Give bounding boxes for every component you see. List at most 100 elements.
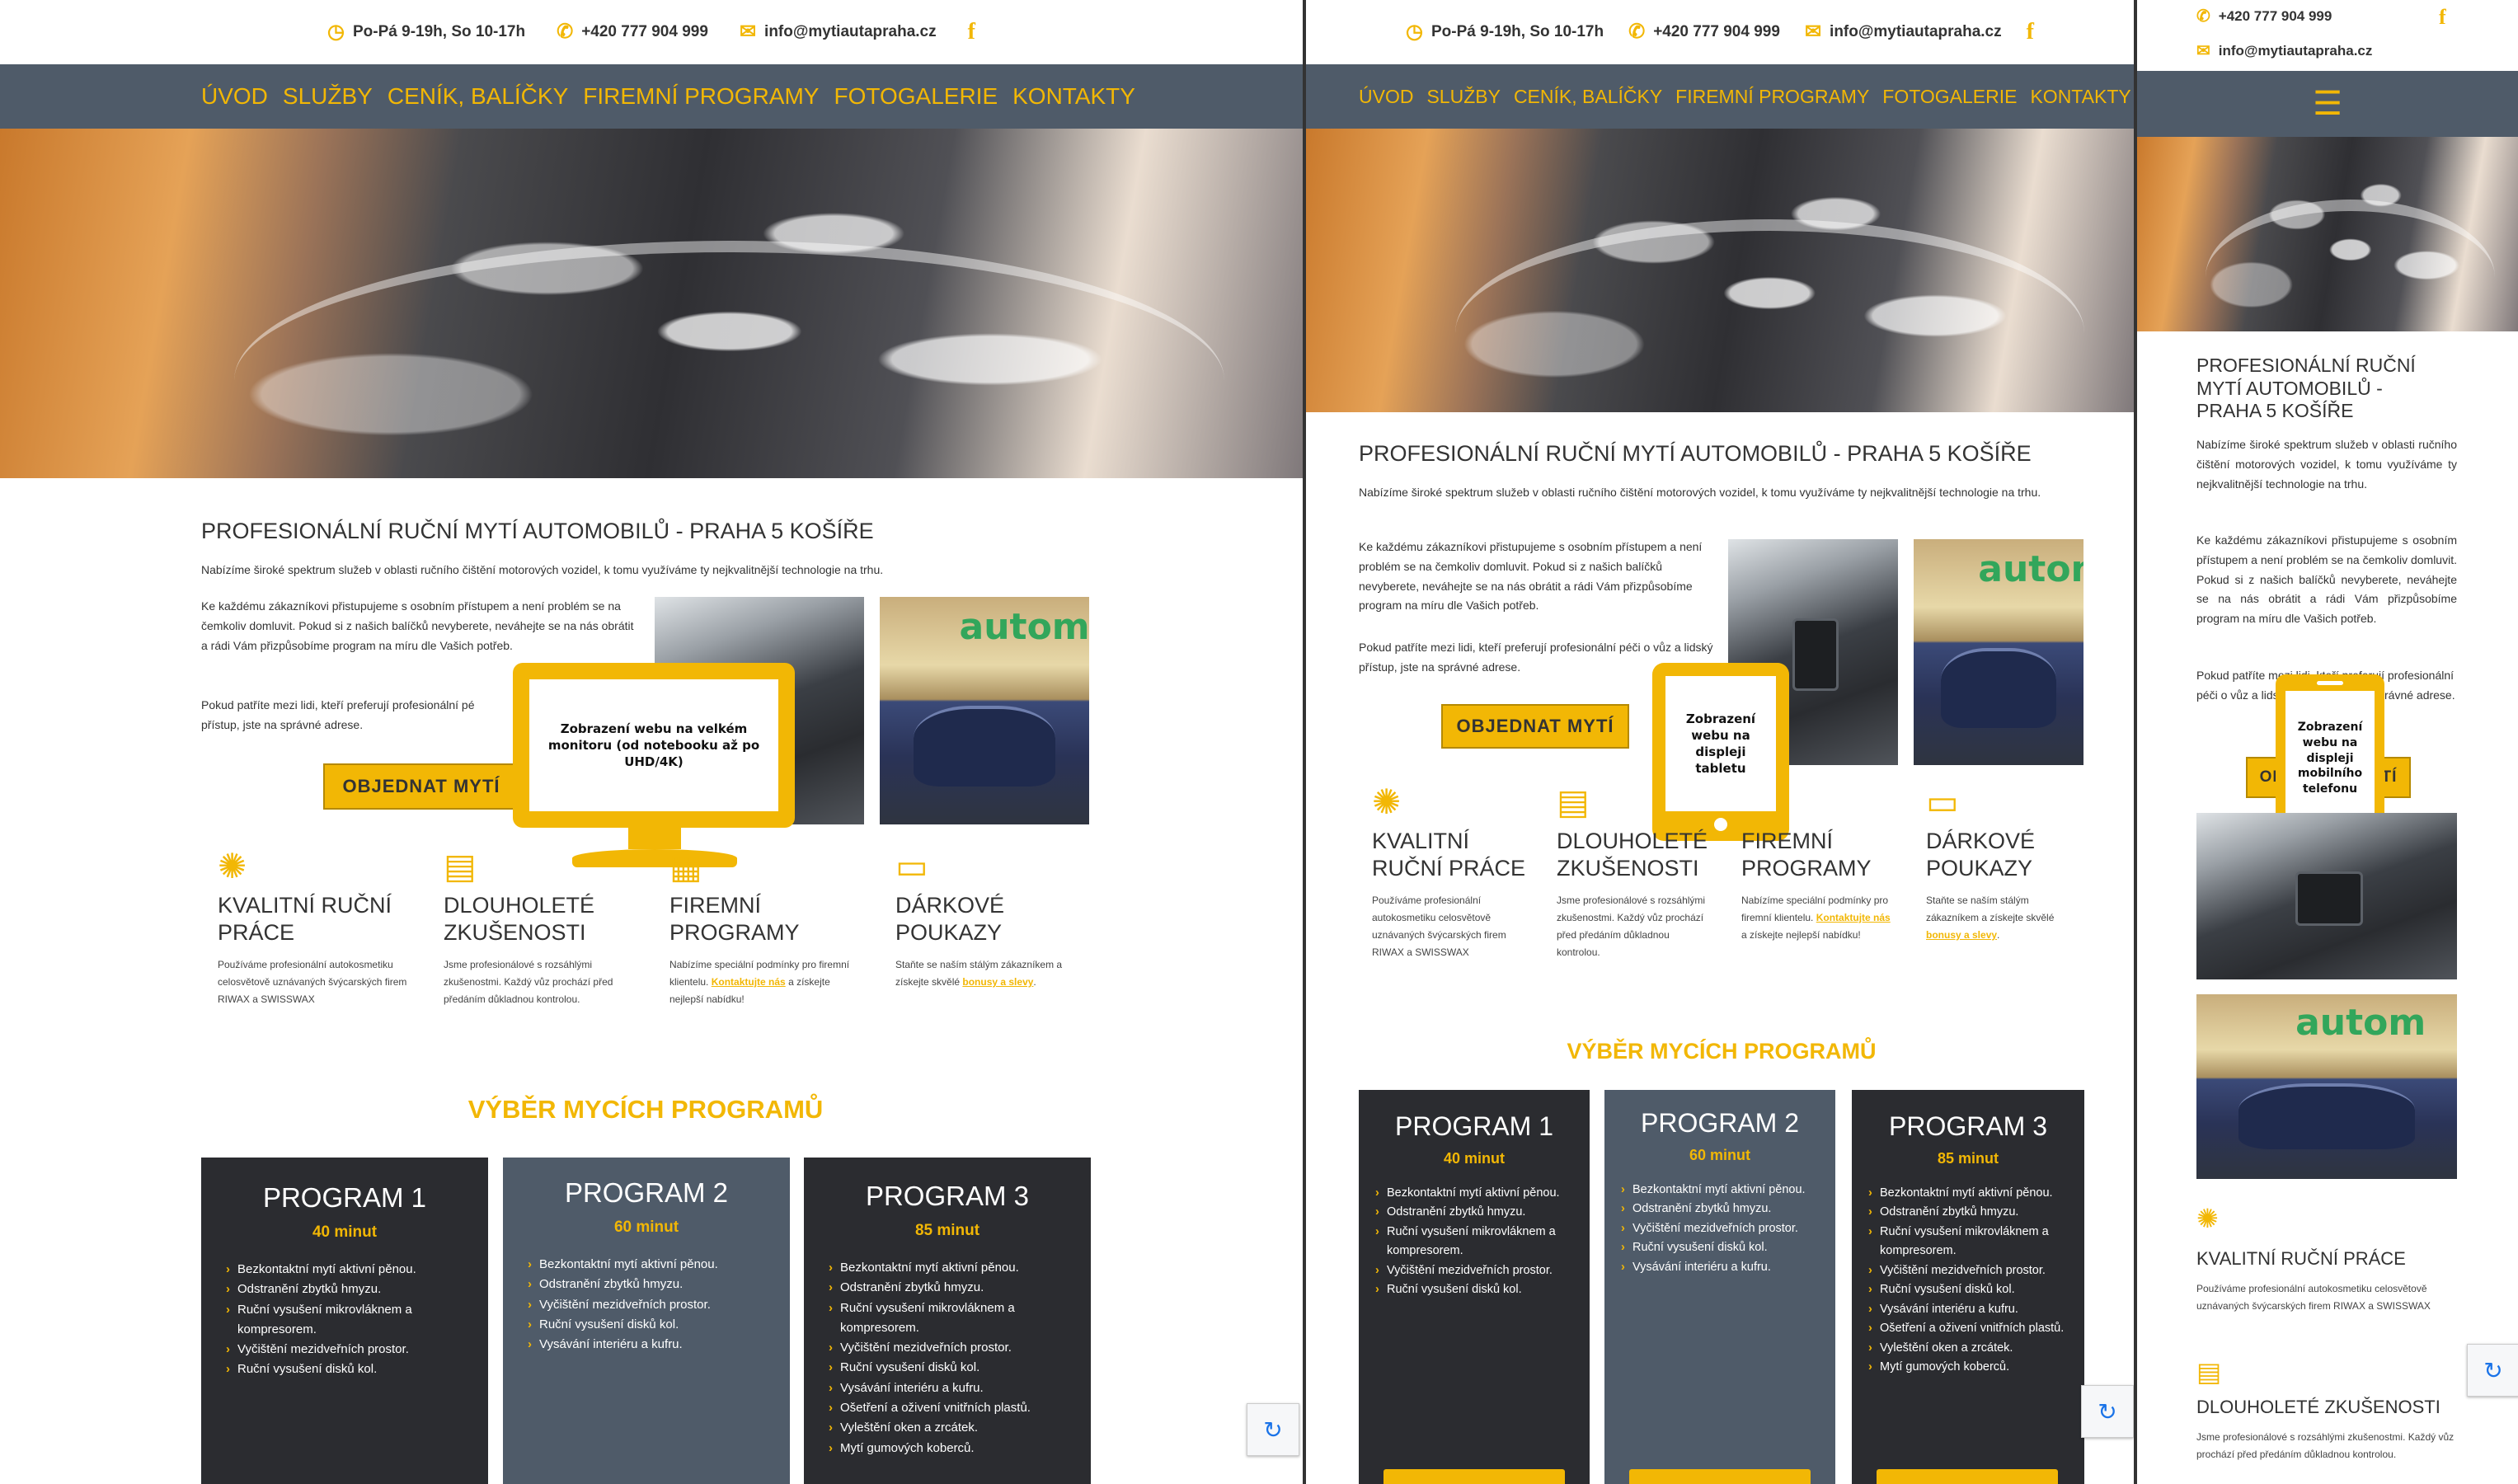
nav-item-uvod[interactable]: ÚVOD [201,83,268,110]
nav-item-kontakty[interactable]: KONTAKTY [2030,86,2130,108]
facebook-icon[interactable]: f [968,19,975,45]
mobile-label: Zobrazení webu na displeji mobilního tel… [2285,691,2375,826]
nav-item-uvod[interactable]: ÚVOD [1359,86,1413,108]
features-row: ✺ KVALITNÍ RUČNÍ PRÁCE Používáme profesi… [218,849,1125,1097]
program-item: Bezkontaktní mytí aktivní pěnou. [1621,1181,1819,1200]
intro-paragraph: Nabízíme široké spektrum služeb v oblast… [201,563,884,576]
feature-text: Jsme profesionálové s rozsáhlými zkušeno… [444,958,613,1005]
care-text-1: Pokud patříte mezi lidi, kteří preferují… [201,698,475,711]
hero-image-car-wash [1306,129,2134,412]
car-interior-photo [2196,813,2457,979]
email-text[interactable]: info@mytiautapraha.cz [764,23,937,41]
program-list: Bezkontaktní mytí aktivní pěnou. Odstran… [1868,1184,2068,1378]
page-heading: PROFESIONÁLNÍ RUČNÍ MYTÍ AUTOMOBILŮ - PR… [201,519,874,543]
nav-item-sluzby[interactable]: SLUŽBY [283,83,373,110]
nav-item-firemni-programy[interactable]: FIREMNÍ PROGRAMY [1675,86,1869,108]
feature-title: FIREMNÍ PROGRAMY [1741,829,1872,881]
program-item: Ruční vysušení disků kol. [226,1360,463,1380]
program-item: Vysávání interiéru a kufru. [528,1335,765,1355]
bonuses-link[interactable]: bonusy a slevy [1926,929,1997,941]
program-order-button[interactable] [1877,1469,2058,1484]
feature-vouchers: ▭ DÁRKOVÉ POUKAZY Staňte se naším stálým… [895,849,1090,991]
program-card-3[interactable]: PROGRAM 3 85 minut Bezkontaktní mytí akt… [804,1158,1091,1484]
recaptcha-icon[interactable]: ↻ [1247,1403,1299,1456]
screenshot-stage: ◷ Po-Pá 9-19h, So 10-17h ✆ +420 777 904 99… [0,0,2518,1484]
phone-text[interactable]: +420 777 904 999 [581,23,708,41]
program-duration: 85 minut [914,1222,980,1239]
phone-icon: ✆ [2196,7,2210,26]
program-list: Bezkontaktní mytí aktivní pěnou. Odstran… [226,1260,463,1380]
program-item: Ruční vysušení mikrovláknem a kompresore… [226,1300,463,1341]
program-card-2[interactable]: PROGRAM 2 60 minut Bezkontaktní mytí akt… [1604,1090,1835,1484]
program-item: Bezkontaktní mytí aktivní pěnou. [226,1260,463,1280]
program-card-1[interactable]: PROGRAM 1 40 minut Bezkontaktní mytí akt… [1359,1090,1590,1484]
recaptcha-icon[interactable]: ↻ [2081,1385,2134,1438]
email-contact[interactable]: ✉ info@mytiautapraha.cz [1805,22,2002,42]
nav-item-fotogalerie[interactable]: FOTOGALERIE [834,83,998,110]
feature-experience: ▤ DLOUHOLETÉ ZKUŠENOSTI Jsme profesionál… [444,849,638,1008]
email-contact[interactable]: ✉ info@mytiautapraha.cz [740,22,937,42]
program-item: Odstranění zbytků hmyzu. [1868,1203,2068,1223]
contact-us-link[interactable]: Kontaktujte nás [712,976,786,988]
nav-item-firemni-programy[interactable]: FIREMNÍ PROGRAMY [583,83,819,110]
program-order-button[interactable] [1629,1469,1811,1484]
mobile-navigation-bar: ☰ [2137,71,2518,137]
program-list: Bezkontaktní mytí aktivní pěnou. Odstran… [1375,1184,1573,1300]
feature-vouchers: ▭ DÁRKOVÉ POUKAZY Staňte se naším stálým… [1926,785,2083,944]
desktop-view: ◷ Po-Pá 9-19h, So 10-17h ✆ +420 777 904 99… [0,0,1303,1484]
email-text[interactable]: info@mytiautapraha.cz [1830,23,2002,41]
programs-heading: VÝBĚR MYCÍCH PROGRAMŮ [1567,1039,1877,1064]
nav-item-sluzby[interactable]: SLUŽBY [1426,86,1500,108]
phone-contact[interactable]: ✆ +420 777 904 999 [1628,22,1780,42]
top-contact-bar: ◷ Po-Pá 9-19h, So 10-17h ✆ +420 777 904 99… [1306,0,2134,64]
nav-item-kontakty[interactable]: KONTAKTY [1012,83,1135,110]
program-item: Odstranění zbytků hmyzu. [528,1275,765,1295]
program-item: Bezkontaktní mytí aktivní pěnou. [829,1258,1066,1279]
program-card-3[interactable]: PROGRAM 3 85 minut Bezkontaktní mytí akt… [1852,1090,2084,1484]
document-icon: ▤ [2196,1357,2222,1387]
email-text[interactable]: info@mytiautapraha.cz [2219,43,2373,59]
program-item: Odstranění zbytků hmyzu. [1621,1200,1819,1219]
facebook-icon[interactable]: f [2027,19,2034,45]
program-list: Bezkontaktní mytí aktivní pěnou. Odstran… [1621,1181,1819,1278]
car-exterior-photo [880,597,1089,824]
program-order-button[interactable] [1383,1469,1565,1484]
facebook-icon[interactable]: f [2439,5,2446,30]
feature-title: KVALITNÍ RUČNÍ PRÁCE [1372,829,1526,881]
program-item: Vyčištění mezidveřních prostor. [1375,1261,1573,1281]
program-item: Ruční vysušení mikrovláknem a kompresore… [1375,1223,1573,1261]
feature-text: Jsme profesionálové s rozsáhlými zkušeno… [1557,894,1706,958]
program-name: PROGRAM 1 [262,1182,427,1213]
feature-title: DÁRKOVÉ POUKAZY [895,893,1005,945]
bonuses-link[interactable]: bonusy a slevy [962,976,1033,988]
phone-text[interactable]: +420 777 904 999 [2219,8,2332,25]
phone-contact[interactable]: ✆ +420 777 904 999 [2196,8,2332,25]
phone-text[interactable]: +420 777 904 999 [1653,23,1780,41]
recaptcha-icon[interactable]: ↻ [2467,1344,2518,1397]
document-icon: ▤ [444,847,477,885]
nav-item-fotogalerie[interactable]: FOTOGALERIE [1882,86,2017,108]
program-item: Vysávání interiéru a kufru. [1621,1258,1819,1278]
features-row: ✺ KVALITNÍ RUČNÍ PRÁCE Používáme profesi… [1372,785,2114,1032]
feature-text: Používáme profesionální autokosmetiku ce… [218,958,407,1005]
opening-hours: ◷ Po-Pá 9-19h, So 10-17h [1406,22,1604,42]
sponge-icon: ✺ [2196,1204,2219,1233]
nav-item-cenik[interactable]: CENÍK, BALÍČKY [1514,86,1662,108]
email-contact[interactable]: ✉ info@mytiautapraha.cz [2196,43,2372,59]
feature-text: Nabízíme speciální podmínky pro firemní … [1741,892,1898,944]
feature-title: DLOUHOLETÉ ZKUŠENOSTI [2196,1397,2440,1417]
program-item: Mytí gumových koberců. [1868,1358,2068,1378]
top-contact-bar: ◷ Po-Pá 9-19h, So 10-17h ✆ +420 777 904 99… [0,0,1303,64]
program-item: Ruční vysušení disků kol. [1375,1280,1573,1300]
nav-item-cenik[interactable]: CENÍK, BALÍČKY [388,83,568,110]
hamburger-menu-icon[interactable]: ☰ [2313,87,2342,120]
phone-contact[interactable]: ✆ +420 777 904 999 [557,22,708,42]
program-card-2[interactable]: PROGRAM 2 60 minut Bezkontaktní mytí akt… [503,1158,790,1484]
order-wash-button[interactable]: OBJEDNAT MYTÍ [1441,704,1629,749]
program-duration: 40 minut [1443,1150,1505,1167]
contact-us-link[interactable]: Kontaktujte nás [1816,912,1891,923]
feature-title: DLOUHOLETÉ ZKUŠENOSTI [1557,829,1708,881]
program-card-1[interactable]: PROGRAM 1 40 minut Bezkontaktní mytí akt… [201,1158,488,1484]
program-name: PROGRAM 2 [564,1177,729,1208]
order-wash-button[interactable]: OBJEDNAT MYTÍ [323,763,519,810]
